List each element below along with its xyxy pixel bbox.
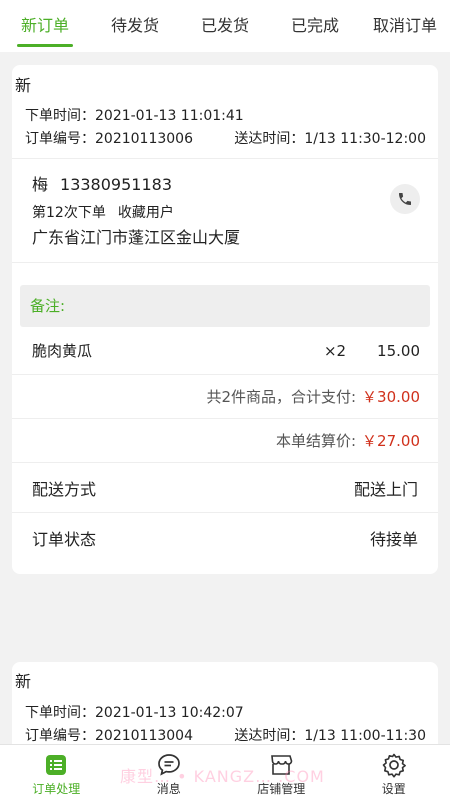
store-icon [268, 752, 294, 778]
customer-phone: 13380951183 [60, 175, 172, 194]
order-no-label: 订单编号： [25, 131, 95, 147]
order-status-heading: 新 [15, 76, 32, 95]
order-status-label: 订单状态 [32, 530, 97, 549]
order-time-label: 下单时间： [25, 705, 95, 721]
order-time-label: 下单时间： [25, 108, 95, 124]
list-icon [43, 752, 69, 778]
remark-label: 备注: [20, 285, 430, 327]
total-amount: ￥30.00 [362, 388, 420, 406]
settle-amount: ￥27.00 [362, 432, 420, 450]
order-card: 新 下单时间：2021-01-13 11:01:41 订单编号：20210113… [12, 65, 438, 574]
nav-settings[interactable]: 设置 [338, 745, 450, 800]
delivery-time-label: 送达时间： [234, 728, 305, 744]
order-status-heading: 新 [15, 672, 32, 691]
total-text: 共2件商品，合计支付: [206, 388, 357, 406]
chat-icon [156, 752, 182, 778]
delivery-method: 配送上门 [353, 479, 418, 499]
phone-icon [399, 193, 411, 205]
order-no-label: 订单编号： [25, 728, 95, 744]
nav-label: 店铺管理 [257, 782, 306, 796]
settle-text: 本单结算价: [275, 432, 357, 450]
order-count: 第12次下单 [32, 205, 106, 221]
delivery-time-label: 送达时间： [234, 131, 305, 147]
order-time: 2021-01-13 11:01:41 [95, 108, 244, 124]
customer-name: 梅 [32, 175, 49, 194]
list-item: 脆肉黄瓜 ×2 15.00 [12, 327, 438, 375]
nav-label: 消息 [156, 782, 181, 796]
delivery-method-label: 配送方式 [32, 479, 97, 499]
item-price: 15.00 [377, 341, 420, 360]
customer-address: 广东省江门市蓬江区金山大厦 [32, 228, 241, 247]
order-no: 20210113004 [95, 728, 193, 744]
tab-to-ship[interactable]: 待发货 [90, 0, 180, 52]
delivery-method-row: 配送方式 配送上门 [12, 463, 438, 513]
gear-icon [381, 752, 407, 778]
order-status-row: 订单状态 待接单 [12, 513, 438, 563]
tab-new-orders[interactable]: 新订单 [0, 0, 90, 52]
order-status-tabs: 新订单 待发货 已发货 已完成 取消订单 [0, 0, 450, 52]
nav-store-management[interactable]: 店铺管理 [225, 745, 338, 800]
nav-label: 订单处理 [32, 782, 81, 796]
tab-cancelled[interactable]: 取消订单 [360, 0, 450, 52]
order-status: 待接单 [369, 530, 418, 549]
settle-row: 本单结算价: ￥27.00 [12, 419, 438, 463]
order-info: 下单时间：2021-01-13 11:01:41 订单编号：2021011300… [12, 101, 438, 159]
call-button[interactable] [390, 184, 420, 214]
delivery-time: 1/13 11:00-11:30 [304, 728, 426, 744]
item-name: 脆肉黄瓜 [32, 342, 93, 360]
item-qty: ×2 [323, 341, 347, 360]
customer-info: 梅 13380951183 第12次下单 收藏用户 广东省江门市蓬江区金山大厦 [12, 159, 438, 263]
bottom-navigation: 订单处理 消息 店铺管理 设置 康型… • KANGZ… .COM [0, 744, 450, 800]
nav-messages[interactable]: 消息 [113, 745, 226, 800]
nav-order-processing[interactable]: 订单处理 [0, 745, 113, 800]
total-row: 共2件商品，合计支付: ￥30.00 [12, 375, 438, 419]
delivery-time: 1/13 11:30-12:00 [304, 131, 426, 147]
customer-tag: 收藏用户 [117, 205, 174, 221]
tab-completed[interactable]: 已完成 [270, 0, 360, 52]
nav-label: 设置 [381, 782, 406, 796]
order-time: 2021-01-13 10:42:07 [95, 705, 244, 721]
tab-shipped[interactable]: 已发货 [180, 0, 270, 52]
order-no: 20210113006 [95, 131, 193, 147]
